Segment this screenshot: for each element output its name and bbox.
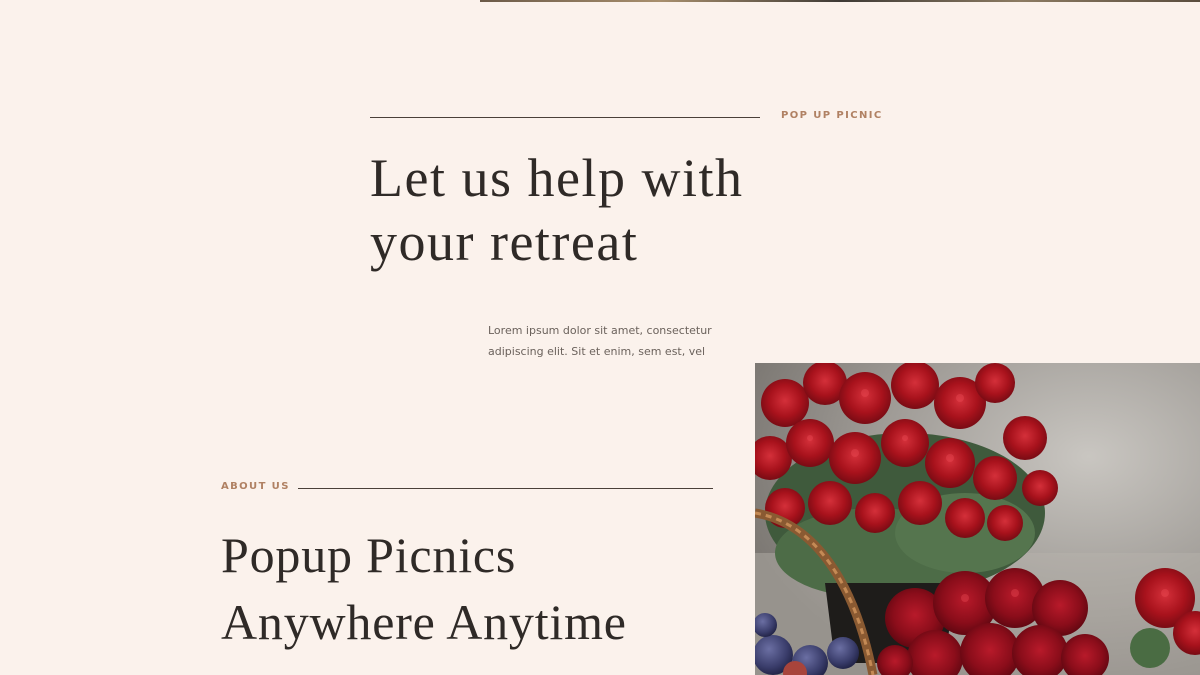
about-heading-line-1: Popup Picnics xyxy=(221,527,517,583)
flowers-illustration xyxy=(755,363,1200,675)
hero-body-text: Lorem ipsum dolor sit amet, consectetur … xyxy=(488,320,728,362)
about-heading: Popup Picnics Anywhere Anytime xyxy=(221,522,627,656)
flowers-photo xyxy=(755,363,1200,675)
hero-body-line-1: Lorem ipsum dolor sit amet, consectetur xyxy=(488,324,712,337)
hero-eyebrow: POP UP PICNIC xyxy=(781,110,883,121)
about-eyebrow: ABOUT US xyxy=(221,481,290,492)
hero-body-line-2: adipiscing elit. Sit et enim, sem est, v… xyxy=(488,345,706,358)
hero-heading-line-2: your retreat xyxy=(370,212,639,272)
hero-heading-line-1: Let us help with xyxy=(370,148,744,208)
hero-divider xyxy=(370,117,760,118)
about-heading-line-2: Anywhere Anytime xyxy=(221,594,627,650)
about-divider xyxy=(298,488,713,489)
hero-heading: Let us help with your retreat xyxy=(370,146,743,274)
top-image-strip xyxy=(480,0,1200,2)
